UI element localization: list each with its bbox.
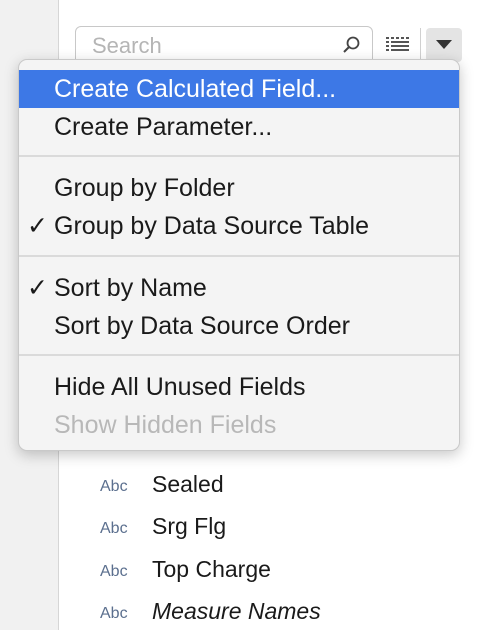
string-type-icon: Abc [100,520,128,537]
menu-item-label: Sort by Data Source Order [54,312,350,340]
menu-item-group-by-folder[interactable]: Group by Folder [19,169,459,207]
field-name: Measure Names [152,598,321,624]
menu-dropdown-button[interactable] [426,28,462,62]
menu-separator [19,155,459,157]
field-name: Top Charge [152,556,271,582]
menu-item-sort-by-name[interactable]: ✓ Sort by Name [19,269,459,307]
menu-item-create-parameter[interactable]: Create Parameter... [19,108,459,146]
field-row-top-charge[interactable]: Abc Top Charge [100,554,470,590]
menu-item-label: Show Hidden Fields [54,411,277,439]
menu-item-label: Group by Folder [54,174,235,202]
string-type-icon: Abc [100,563,128,580]
string-type-icon: Abc [100,605,128,622]
search-placeholder: Search [92,33,162,58]
checkmark-icon: ✓ [27,274,48,302]
list-view-icon[interactable] [382,30,414,60]
checkmark-icon: ✓ [27,212,48,240]
menu-item-hide-all-unused-fields[interactable]: Hide All Unused Fields [19,368,459,406]
field-row-sealed[interactable]: Abc Sealed [100,469,470,505]
menu-item-label: Sort by Name [54,274,207,302]
field-name: Srg Flg [152,513,227,539]
menu-item-sort-by-data-source-order[interactable]: Sort by Data Source Order [19,307,459,345]
menu-item-label: Create Parameter... [54,113,273,141]
toolbar-divider [420,28,421,62]
menu-item-label: Create Calculated Field... [54,75,337,103]
field-row-measure-names[interactable]: Abc Measure Names [100,596,470,632]
field-row-srg-flg[interactable]: Abc Srg Flg [100,511,470,547]
menu-item-label: Group by Data Source Table [54,212,370,240]
triangle-down-icon [436,40,452,49]
menu-separator [19,354,459,356]
menu-item-label: Hide All Unused Fields [54,373,306,401]
string-type-icon: Abc [100,478,128,495]
field-name: Sealed [152,471,224,497]
menu-item-create-calculated-field[interactable]: Create Calculated Field... [19,70,459,108]
search-icon[interactable] [342,35,362,55]
menu-separator [19,255,459,257]
menu-item-show-hidden-fields: Show Hidden Fields [19,406,459,444]
menu-item-group-by-data-source-table[interactable]: ✓ Group by Data Source Table [19,207,459,245]
context-menu: Create Calculated Field... Create Parame… [18,59,460,451]
